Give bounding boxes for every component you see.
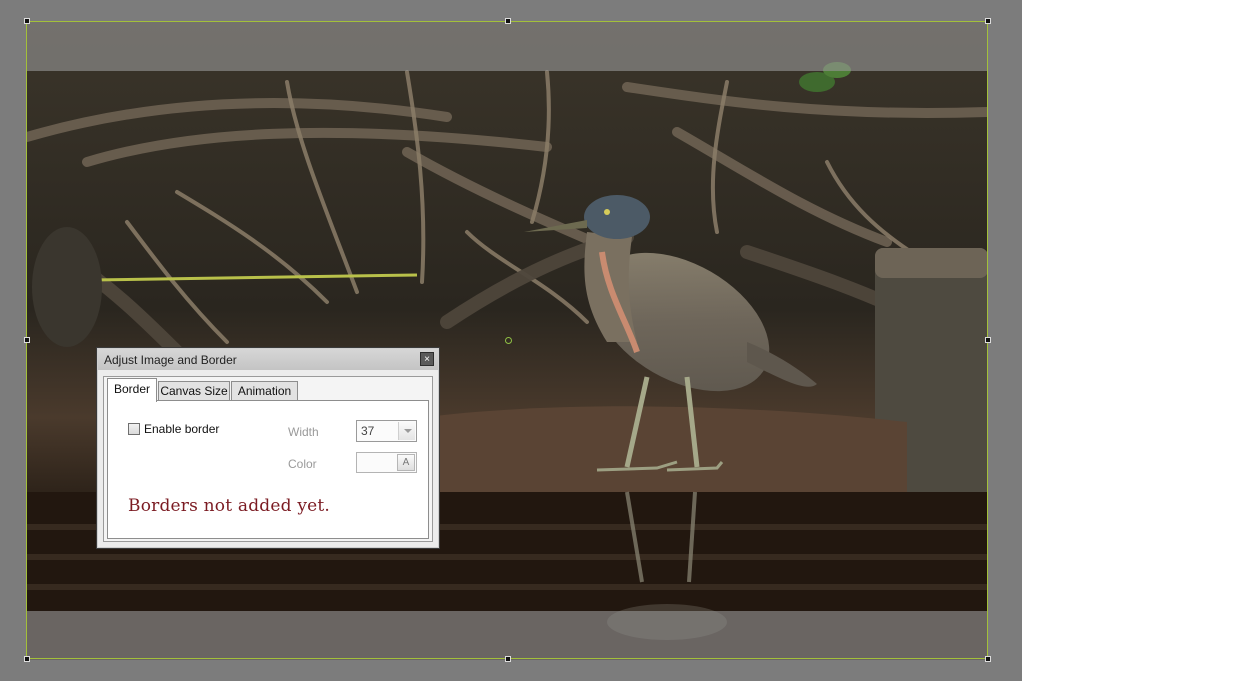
dialog-titlebar[interactable]: Adjust Image and Border ×	[98, 349, 438, 370]
resize-handle-top-left[interactable]	[24, 18, 30, 24]
resize-handle-top[interactable]	[505, 18, 511, 24]
resize-handle-bottom-right[interactable]	[985, 656, 991, 662]
close-icon[interactable]: ×	[420, 352, 434, 366]
chevron-down-icon[interactable]	[398, 422, 415, 440]
resize-handle-bottom-left[interactable]	[24, 656, 30, 662]
rotate-center-handle[interactable]	[505, 337, 512, 344]
crop-shade-bottom	[27, 611, 988, 660]
color-label: Color	[288, 457, 317, 471]
tab-border[interactable]: Border	[107, 378, 157, 402]
color-picker[interactable]: A	[356, 452, 417, 473]
border-panel: Enable border Width 37 Color A Borders n…	[107, 400, 429, 539]
color-picker-icon[interactable]: A	[397, 454, 415, 471]
width-label: Width	[288, 425, 319, 439]
adjust-image-border-dialog: Adjust Image and Border × Border Canvas …	[96, 347, 440, 549]
resize-handle-top-right[interactable]	[985, 18, 991, 24]
width-select[interactable]: 37	[356, 420, 417, 442]
crop-shade-top	[27, 22, 988, 71]
enable-border-label: Enable border	[144, 422, 220, 436]
enable-border-checkbox[interactable]	[128, 423, 140, 435]
resize-handle-right[interactable]	[985, 337, 991, 343]
tab-canvas-size[interactable]: Canvas Size	[158, 381, 230, 401]
tab-frame: Border Canvas Size Animation Enable bord…	[103, 376, 433, 542]
resize-handle-left[interactable]	[24, 337, 30, 343]
border-status-message: Borders not added yet.	[128, 496, 331, 516]
width-value: 37	[361, 424, 375, 438]
dialog-title: Adjust Image and Border	[104, 353, 237, 367]
tab-animation[interactable]: Animation	[231, 381, 298, 401]
enable-border-checkbox-row[interactable]: Enable border	[128, 422, 219, 436]
resize-handle-bottom[interactable]	[505, 656, 511, 662]
